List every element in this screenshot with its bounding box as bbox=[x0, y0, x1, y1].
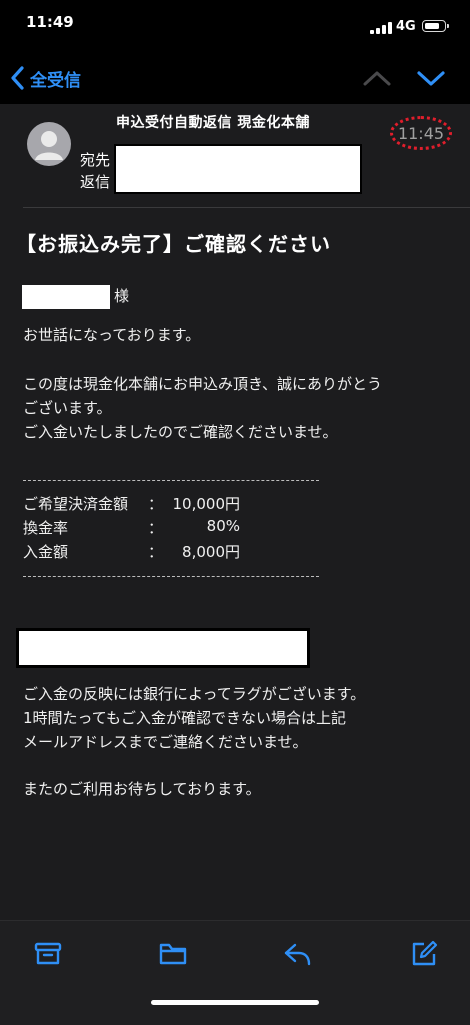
exchange-rate-value: 80% bbox=[206, 517, 240, 535]
back-button[interactable]: 全受信 bbox=[10, 62, 81, 94]
mail-time: 11:45 bbox=[390, 116, 452, 150]
archive-icon[interactable] bbox=[33, 939, 63, 969]
exchange-rate-label: 換金率 bbox=[23, 519, 69, 537]
requested-amount-value: 10,000円 bbox=[172, 495, 241, 513]
navigation-bar: 全受信 bbox=[0, 52, 470, 104]
mail-message: 申込受付自動返信 現金化本舗 11:45 宛先 返信 【お振込み完了】ご確認くだ… bbox=[0, 104, 470, 920]
header-divider bbox=[23, 207, 470, 208]
next-message-chevron-down-icon[interactable] bbox=[414, 66, 448, 90]
requested-amount-label: ご希望決済金額 bbox=[23, 495, 129, 513]
battery-icon bbox=[422, 20, 449, 32]
folder-icon[interactable] bbox=[158, 939, 188, 969]
to-label: 宛先 bbox=[80, 151, 111, 169]
status-bar: 11:49 4G bbox=[0, 0, 470, 52]
chevron-left-icon bbox=[11, 66, 24, 90]
dashed-divider-bottom bbox=[23, 576, 319, 577]
deposit-amount-label: 入金額 bbox=[23, 543, 69, 561]
lag-text-line1: ご入金の反映には銀行によってラグがございます。 bbox=[23, 685, 366, 703]
cellular-signal-icon bbox=[370, 22, 392, 34]
greeting-text: お世話になっております。 bbox=[23, 326, 201, 344]
mail-subject: 【お振込み完了】ご確認ください bbox=[16, 232, 331, 256]
sender-name[interactable]: 申込受付自動返信 現金化本舗 bbox=[116, 112, 310, 132]
home-indicator[interactable] bbox=[151, 1000, 319, 1005]
back-label: 全受信 bbox=[30, 70, 81, 91]
redacted-text-block bbox=[16, 628, 310, 668]
redacted-address bbox=[114, 144, 362, 194]
lag-text-line2: 1時間たってもご入金が確認できない場合は上記 bbox=[23, 709, 347, 727]
avatar bbox=[27, 122, 71, 166]
reply-to-label: 返信 bbox=[80, 173, 111, 191]
deposit-amount-value: 8,000円 bbox=[182, 543, 240, 561]
person-icon bbox=[35, 131, 63, 160]
network-type: 4G bbox=[396, 19, 416, 34]
status-time: 11:49 bbox=[26, 13, 74, 31]
lag-text-line3: メールアドレスまでご連絡くださいませ。 bbox=[23, 733, 308, 751]
closing-text: またのご利用お待ちしております。 bbox=[23, 780, 261, 798]
thanks-text-line1: この度は現金化本舗にお申込み頂き、誠にありがとう bbox=[23, 375, 382, 393]
compose-icon[interactable] bbox=[409, 939, 439, 969]
reply-icon[interactable] bbox=[283, 939, 313, 969]
bottom-toolbar bbox=[0, 920, 470, 1025]
dashed-divider-top bbox=[23, 480, 319, 481]
thanks-text-line2: ございます。 bbox=[23, 399, 112, 417]
confirm-text: ご入金いたしましたのでご確認くださいませ。 bbox=[23, 423, 338, 441]
redacted-recipient-name bbox=[22, 285, 110, 309]
honorific: 様 bbox=[114, 287, 130, 305]
previous-message-chevron-up-icon[interactable] bbox=[360, 66, 394, 90]
